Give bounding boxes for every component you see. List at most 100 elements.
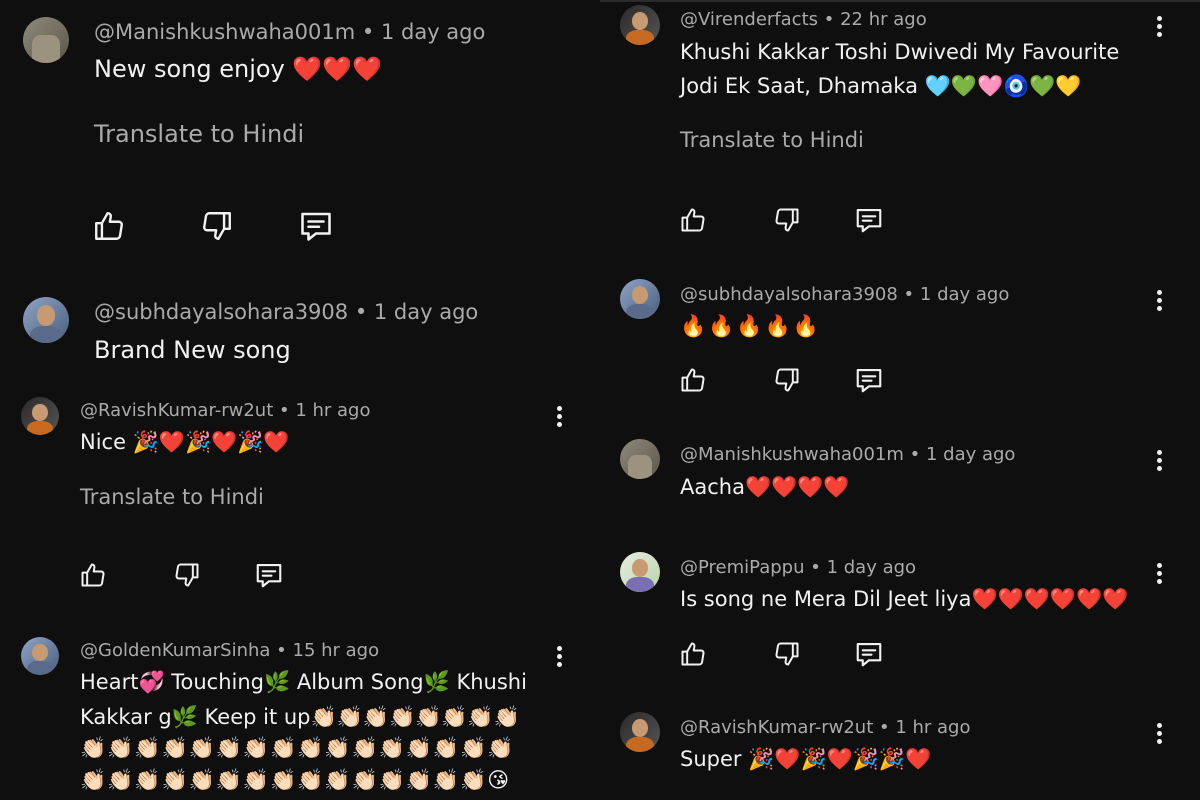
avatar[interactable]	[21, 397, 59, 435]
comment-time[interactable]: 1 day ago	[926, 444, 1015, 465]
avatar[interactable]	[21, 637, 59, 675]
thumbs-down-icon	[175, 563, 199, 587]
reply-button[interactable]	[254, 560, 284, 590]
like-button[interactable]	[679, 639, 707, 669]
comment-meta: @Manishkushwaha001m • 1 day ago	[680, 444, 1015, 465]
more-options-button[interactable]	[1150, 719, 1170, 749]
comment-thread: @subhdayalsohara3908 • 1 day ago Brand N…	[0, 290, 600, 380]
comment-text: Nice 🎉❤️🎉❤️🎉❤️	[80, 430, 290, 454]
author-handle[interactable]: @RavishKumar-rw2ut	[680, 717, 873, 738]
comment-text-line: Khushi Kakkar Toshi Dwivedi My Favourite	[680, 40, 1120, 64]
meta-separator: •	[903, 444, 926, 465]
author-handle[interactable]: @GoldenKumarSinha	[80, 640, 270, 661]
author-handle[interactable]: @Manishkushwaha001m	[94, 20, 355, 44]
comment-time[interactable]: 1 hr ago	[295, 400, 370, 421]
more-options-button[interactable]	[550, 402, 570, 432]
comment-thread: @RavishKumar-rw2ut • 1 hr ago Nice 🎉❤️🎉❤…	[0, 390, 600, 600]
reply-icon	[256, 563, 282, 588]
meta-separator: •	[818, 9, 841, 30]
meta-separator: •	[270, 640, 293, 661]
more-options-button[interactable]	[1150, 286, 1170, 316]
avatar[interactable]	[620, 279, 660, 319]
author-handle[interactable]: @Virenderfacts	[680, 9, 818, 30]
more-options-button[interactable]	[550, 642, 570, 672]
comments-pane-right: @Virenderfacts • 22 hr ago Khushi Kakkar…	[600, 0, 1200, 800]
dislike-button[interactable]	[173, 560, 201, 590]
reply-icon	[301, 212, 331, 241]
like-button[interactable]	[79, 560, 107, 590]
reply-icon	[856, 368, 882, 393]
comment-text: Brand New song	[94, 336, 291, 364]
like-button[interactable]	[92, 208, 126, 244]
meta-separator: •	[355, 20, 381, 44]
comment-meta: @RavishKumar-rw2ut • 1 hr ago	[680, 717, 971, 738]
comment-thread: @Manishkushwaha001m • 1 day ago New song…	[0, 0, 600, 270]
author-handle[interactable]: @Manishkushwaha001m	[680, 444, 904, 465]
comment-text: Super 🎉❤️🎉❤️🎉🎉❤️	[680, 747, 932, 771]
comment-thread: @Virenderfacts • 22 hr ago Khushi Kakkar…	[600, 0, 1200, 250]
thumbs-up-icon	[95, 212, 123, 240]
avatar[interactable]	[620, 5, 660, 45]
meta-separator: •	[804, 557, 827, 578]
avatar[interactable]	[23, 297, 69, 343]
avatar[interactable]	[620, 712, 660, 752]
author-handle[interactable]: @subhdayalsohara3908	[680, 284, 898, 305]
thumbs-down-icon	[203, 212, 231, 240]
comment-time[interactable]: 1 day ago	[374, 300, 478, 324]
comment-thread: @Manishkushwaha001m • 1 day ago Aacha❤️❤…	[600, 432, 1200, 522]
comment-text: Aacha❤️❤️❤️❤️	[680, 475, 850, 499]
translate-link[interactable]: Translate to Hindi	[680, 128, 864, 152]
author-handle[interactable]: @RavishKumar-rw2ut	[80, 400, 273, 421]
thumbs-up-icon	[681, 368, 705, 392]
dislike-button[interactable]	[773, 639, 801, 669]
reply-button[interactable]	[854, 639, 884, 669]
reply-icon	[856, 642, 882, 667]
comment-meta: @Virenderfacts • 22 hr ago	[680, 9, 927, 30]
comment-text-line: Kakkar g🌿 Keep it up👏🏻👏🏻👏🏻👏🏻👏🏻👏🏻👏🏻👏🏻	[80, 705, 520, 729]
like-button[interactable]	[679, 205, 707, 235]
thumbs-up-icon	[681, 208, 705, 232]
meta-separator: •	[348, 300, 374, 324]
avatar[interactable]	[620, 552, 660, 592]
more-options-button[interactable]	[1150, 559, 1170, 589]
dislike-button[interactable]	[200, 208, 234, 244]
thumbs-down-icon	[775, 208, 799, 232]
translate-link[interactable]: Translate to Hindi	[80, 485, 264, 509]
comment-time[interactable]: 1 day ago	[920, 284, 1009, 305]
comment-time[interactable]: 1 hr ago	[895, 717, 970, 738]
meta-separator: •	[897, 284, 920, 305]
comment-meta: @PremiPappu • 1 day ago	[680, 557, 916, 578]
comment-thread: @RavishKumar-rw2ut • 1 hr ago Super 🎉❤️🎉…	[600, 705, 1200, 800]
thumbs-down-icon	[775, 368, 799, 392]
comment-time[interactable]: 1 day ago	[381, 20, 485, 44]
reply-button[interactable]	[854, 205, 884, 235]
thumbs-down-icon	[775, 642, 799, 666]
comment-time[interactable]: 1 day ago	[827, 557, 916, 578]
translate-link[interactable]: Translate to Hindi	[94, 120, 304, 148]
comment-text-line: Heart💞 Touching🌿 Album Song🌿 Khushi	[80, 670, 527, 694]
author-handle[interactable]: @PremiPappu	[680, 557, 805, 578]
comment-thread: @subhdayalsohara3908 • 1 day ago 🔥🔥🔥🔥🔥	[600, 272, 1200, 412]
thumbs-up-icon	[81, 563, 105, 587]
dislike-button[interactable]	[773, 365, 801, 395]
comment-thread: @PremiPappu • 1 day ago Is song ne Mera …	[600, 545, 1200, 685]
comment-text: New song enjoy ❤️❤️❤️	[94, 55, 383, 83]
comment-time[interactable]: 15 hr ago	[293, 640, 380, 661]
comment-time[interactable]: 22 hr ago	[840, 9, 927, 30]
more-options-button[interactable]	[1150, 12, 1170, 42]
like-button[interactable]	[679, 365, 707, 395]
comment-meta: @Manishkushwaha001m • 1 day ago	[94, 20, 485, 44]
avatar[interactable]	[620, 439, 660, 479]
avatar[interactable]	[23, 17, 69, 63]
dislike-button[interactable]	[773, 205, 801, 235]
comment-thread: @GoldenKumarSinha • 15 hr ago Heart💞 Tou…	[0, 630, 600, 800]
top-divider	[600, 0, 1200, 2]
meta-separator: •	[873, 717, 896, 738]
comment-text-line: Jodi Ek Saat, Dhamaka 🩵💚🩷🧿💚💛	[680, 74, 1082, 98]
more-options-button[interactable]	[1150, 446, 1170, 476]
comment-meta: @subhdayalsohara3908 • 1 day ago	[680, 284, 1009, 305]
reply-button[interactable]	[854, 365, 884, 395]
thumbs-up-icon	[681, 642, 705, 666]
reply-button[interactable]	[298, 208, 334, 244]
author-handle[interactable]: @subhdayalsohara3908	[94, 300, 348, 324]
